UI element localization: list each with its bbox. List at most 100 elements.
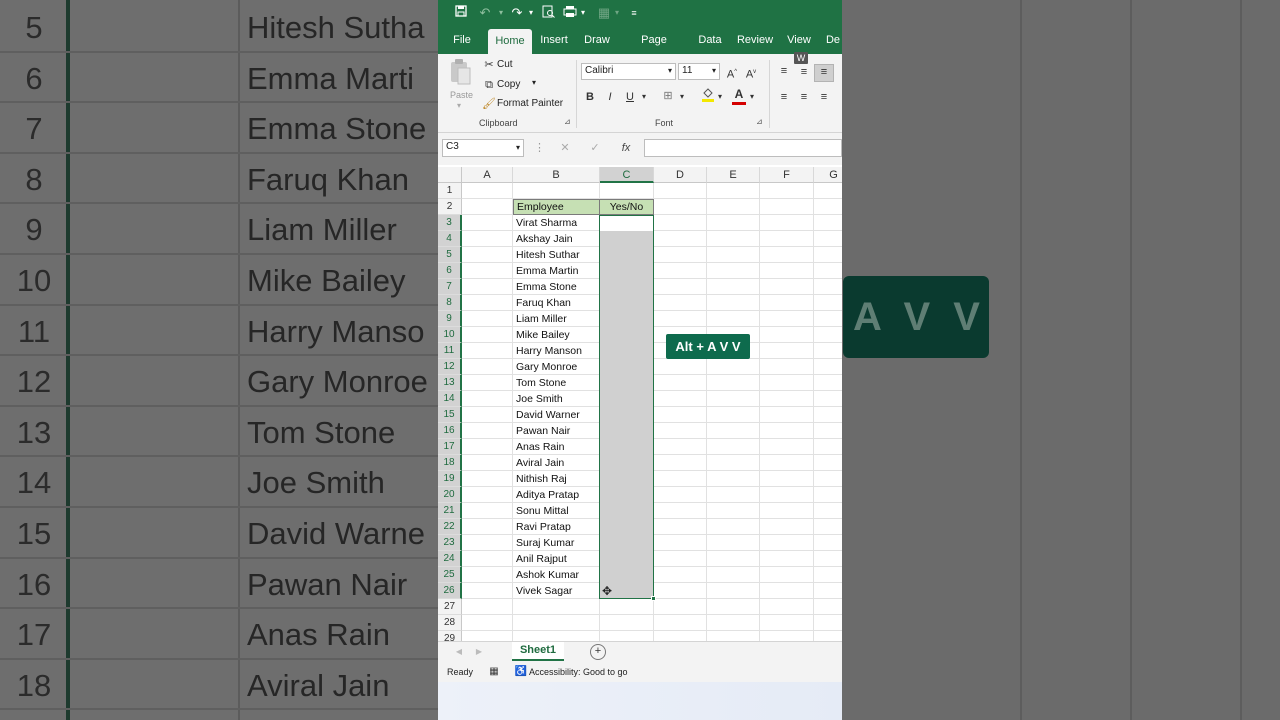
employee-cell[interactable]: Emma Martin	[513, 263, 600, 279]
select-all-corner[interactable]	[438, 167, 462, 183]
employee-cell[interactable]: Faruq Khan	[513, 295, 600, 311]
row-header-13[interactable]: 13	[438, 375, 462, 391]
paste-button[interactable]: Paste ▾	[448, 58, 474, 112]
insert-function-button[interactable]: fx	[618, 141, 634, 155]
employee-cell[interactable]: Vivek Sagar	[513, 583, 600, 599]
employee-cell[interactable]: Emma Stone	[513, 279, 600, 295]
row-header-25[interactable]: 25	[438, 567, 462, 583]
column-header-c[interactable]: C	[600, 167, 654, 183]
row-header-5[interactable]: 5	[438, 247, 462, 263]
row-header-22[interactable]: 22	[438, 519, 462, 535]
copy-button[interactable]: Copy	[497, 79, 520, 90]
chevron-down-icon[interactable]: ▾	[612, 5, 622, 21]
row-header-3[interactable]: 3	[438, 215, 462, 231]
align-bottom-icon[interactable]: ≡	[814, 64, 834, 82]
employee-cell[interactable]: Sonu Mittal	[513, 503, 600, 519]
row-header-21[interactable]: 21	[438, 503, 462, 519]
row-header-12[interactable]: 12	[438, 359, 462, 375]
macro-record-icon[interactable]: ▦	[488, 665, 500, 679]
employee-cell[interactable]: Ravi Pratap	[513, 519, 600, 535]
undo-icon[interactable]: ↶	[478, 5, 492, 21]
font-color-button[interactable]: A	[731, 87, 747, 105]
employee-cell[interactable]: Ashok Kumar	[513, 567, 600, 583]
save-icon[interactable]	[454, 5, 468, 21]
row-header-24[interactable]: 24	[438, 551, 462, 567]
status-accessibility[interactable]: Accessibility: Good to go	[529, 667, 628, 677]
tab-data[interactable]: Data	[696, 28, 724, 54]
tab-page-layout[interactable]: Page Layout	[624, 28, 684, 70]
row-header-28[interactable]: 28	[438, 615, 462, 631]
employee-cell[interactable]: Nithish Raj	[513, 471, 600, 487]
borders-icon[interactable]: ⊞	[660, 89, 676, 103]
worksheet-grid[interactable]: A B C D E F G 1 2 3 4 5 6 7 8 9 10 11 12 13 14 15 16 17 18 19 20 21…	[438, 165, 842, 641]
selected-range[interactable]	[599, 215, 654, 599]
row-header-23[interactable]: 23	[438, 535, 462, 551]
chevron-down-icon[interactable]: ▾	[640, 90, 648, 104]
customize-icon[interactable]: ≡	[628, 5, 640, 21]
employee-cell[interactable]: Akshay Jain	[513, 231, 600, 247]
row-header-27[interactable]: 27	[438, 599, 462, 615]
tab-developer[interactable]: De	[824, 28, 842, 54]
row-header-9[interactable]: 9	[438, 311, 462, 327]
align-left-icon[interactable]: ≡	[777, 90, 791, 104]
form-icon[interactable]: ▦	[596, 5, 612, 21]
row-header-1[interactable]: 1	[438, 183, 462, 199]
grow-font-button[interactable]: A^	[725, 65, 739, 82]
formula-input[interactable]	[644, 139, 842, 157]
tab-draw[interactable]: Draw	[582, 28, 612, 54]
employee-cell[interactable]: Virat Sharma	[513, 215, 600, 231]
align-center-icon[interactable]: ≡	[797, 90, 811, 104]
print-preview-icon[interactable]	[540, 5, 556, 21]
column-header-a[interactable]: A	[462, 167, 513, 183]
employee-cell[interactable]: Gary Monroe	[513, 359, 600, 375]
employee-cell[interactable]: David Warner	[513, 407, 600, 423]
row-header-2[interactable]: 2	[438, 199, 462, 215]
tab-review[interactable]: Review	[736, 28, 774, 54]
tab-home[interactable]: Home	[488, 29, 532, 55]
dialog-launcher-icon[interactable]: ⊿	[756, 117, 763, 126]
employee-cell[interactable]: Anil Rajput	[513, 551, 600, 567]
row-header-11[interactable]: 11	[438, 343, 462, 359]
align-middle-icon[interactable]: ≡	[797, 65, 811, 79]
bold-button[interactable]: B	[584, 90, 596, 104]
add-sheet-icon[interactable]: +	[590, 644, 606, 660]
employee-cell[interactable]: Tom Stone	[513, 375, 600, 391]
row-header-29[interactable]: 29	[438, 631, 462, 641]
accessibility-icon[interactable]: ♿	[514, 665, 528, 679]
row-header-18[interactable]: 18	[438, 455, 462, 471]
fill-handle[interactable]	[651, 596, 656, 601]
cancel-icon[interactable]: ✕	[558, 141, 572, 155]
row-header-8[interactable]: 8	[438, 295, 462, 311]
row-header-17[interactable]: 17	[438, 439, 462, 455]
row-header-26[interactable]: 26	[438, 583, 462, 599]
employee-cell[interactable]: Mike Bailey	[513, 327, 600, 343]
chevron-down-icon[interactable]: ▾	[716, 90, 724, 104]
employee-cell[interactable]: Hitesh Suthar	[513, 247, 600, 263]
chevron-down-icon[interactable]: ▾	[532, 78, 536, 87]
italic-button[interactable]: I	[604, 90, 616, 104]
row-header-15[interactable]: 15	[438, 407, 462, 423]
row-header-14[interactable]: 14	[438, 391, 462, 407]
dialog-launcher-icon[interactable]: ⊿	[564, 117, 571, 126]
chevron-down-icon[interactable]: ▾	[496, 5, 506, 21]
row-header-7[interactable]: 7	[438, 279, 462, 295]
shrink-font-button[interactable]: Av	[744, 65, 758, 82]
column-header-f[interactable]: F	[760, 167, 814, 183]
row-header-4[interactable]: 4	[438, 231, 462, 247]
row-header-16[interactable]: 16	[438, 423, 462, 439]
chevron-down-icon[interactable]: ▾	[748, 90, 756, 104]
employee-cell[interactable]: Pawan Nair	[513, 423, 600, 439]
prev-sheet-icon[interactable]: ◀	[454, 645, 464, 659]
chevron-down-icon[interactable]: ▾	[526, 5, 536, 21]
employee-cell[interactable]: Suraj Kumar	[513, 535, 600, 551]
font-size-box[interactable]: 11 ▾	[678, 63, 720, 80]
format-painter-button[interactable]: Format Painter	[497, 98, 563, 109]
name-box[interactable]: C3 ▾	[442, 139, 524, 157]
employee-cell[interactable]: Liam Miller	[513, 311, 600, 327]
tab-view[interactable]: View	[786, 28, 812, 54]
header-yes-no[interactable]: Yes/No	[599, 199, 654, 215]
row-header-20[interactable]: 20	[438, 487, 462, 503]
redo-icon[interactable]: ↷	[510, 5, 524, 21]
header-employee[interactable]: Employee	[513, 199, 600, 215]
sheet-tab-sheet1[interactable]: Sheet1	[512, 642, 564, 661]
